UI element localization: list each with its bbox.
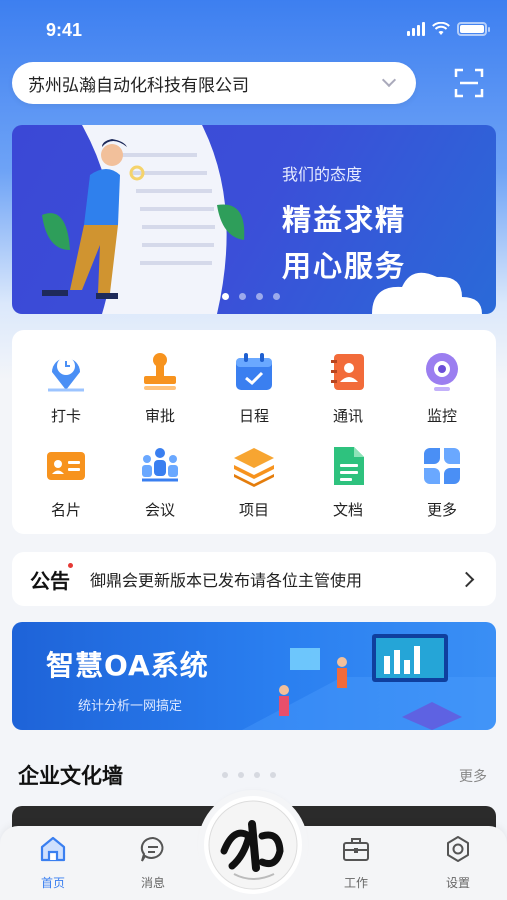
app-meeting[interactable]: 会议 xyxy=(112,430,208,520)
tab-label: 工作 xyxy=(343,876,368,890)
red-dot-icon xyxy=(68,562,73,568)
meeting-icon xyxy=(142,448,178,482)
webcam-icon xyxy=(426,353,458,391)
tab-label: 消息 xyxy=(140,876,165,890)
banner-dot[interactable] xyxy=(256,293,263,300)
calendar-icon xyxy=(236,353,272,390)
status-bar: 9:41 xyxy=(0,0,507,56)
app-project[interactable]: 项目 xyxy=(206,430,302,520)
more-grid-icon xyxy=(424,448,460,484)
culture-dot[interactable] xyxy=(254,772,260,778)
app-contacts[interactable]: 通讯 xyxy=(300,336,396,426)
settings-icon xyxy=(447,836,469,862)
app-approval[interactable]: 审批 xyxy=(112,336,208,426)
briefcase-icon xyxy=(343,838,369,861)
tab-messages[interactable]: 消息 xyxy=(123,834,183,891)
app-label: 审批 xyxy=(144,407,175,425)
app-label: 会议 xyxy=(144,501,175,519)
culture-wall-title: 企业文化墙 xyxy=(18,764,123,788)
home-icon xyxy=(40,836,66,862)
document-icon xyxy=(334,447,364,485)
app-documents[interactable]: 文档 xyxy=(300,430,396,520)
app-label: 名片 xyxy=(50,501,81,519)
promo-banner[interactable]: 我们的态度 精益求精 用心服务 xyxy=(12,125,496,314)
location-clock-icon xyxy=(48,357,84,392)
battery-icon xyxy=(457,22,490,36)
banner-subtitle: 我们的态度 xyxy=(282,165,363,184)
banner-pagination xyxy=(222,293,280,300)
banner-headline-1: 精益求精 xyxy=(282,203,407,237)
app-label: 通讯 xyxy=(332,407,363,425)
wifi-icon xyxy=(432,22,450,35)
oa-system-banner[interactable]: 智慧OA系统 统计分析一网搞定 xyxy=(12,622,496,730)
tab-label: 首页 xyxy=(40,876,65,890)
company-selector[interactable]: 苏州弘瀚自动化科技有限公司 xyxy=(12,62,416,104)
culture-dot[interactable] xyxy=(238,772,244,778)
banner-headline-2: 用心服务 xyxy=(282,249,407,283)
contacts-book-icon xyxy=(331,354,364,390)
announcement-tag-label: 公告 xyxy=(30,568,70,593)
culture-dot[interactable] xyxy=(270,772,276,778)
stamp-icon xyxy=(144,353,176,390)
center-logo-button[interactable] xyxy=(204,796,302,894)
id-card-icon xyxy=(47,452,85,480)
app-label: 更多 xyxy=(426,501,457,519)
announcement-bar[interactable]: 公告 御鼎会更新版本已发布请各位主管使用 xyxy=(12,552,496,606)
announcement-text: 御鼎会更新版本已发布请各位主管使用 xyxy=(90,571,363,590)
app-more[interactable]: 更多 xyxy=(394,430,490,520)
banner-illustration xyxy=(42,125,482,314)
app-label: 日程 xyxy=(238,407,269,425)
banner-dot[interactable] xyxy=(273,293,280,300)
oa-banner-title: 智慧OA系统 xyxy=(46,649,209,682)
app-label: 监控 xyxy=(426,407,457,425)
chevron-right-icon xyxy=(458,571,475,587)
tab-home[interactable]: 首页 xyxy=(23,834,83,891)
status-icons xyxy=(407,22,490,36)
culture-more-link[interactable]: 更多 xyxy=(459,766,487,786)
message-icon xyxy=(140,836,164,862)
app-monitor[interactable]: 监控 xyxy=(394,336,490,426)
status-time: 9:41 xyxy=(46,20,83,40)
culture-dot[interactable] xyxy=(222,772,228,778)
app-schedule[interactable]: 日程 xyxy=(206,336,302,426)
cellular-signal-icon xyxy=(407,22,425,36)
layers-icon xyxy=(234,448,274,487)
tab-settings[interactable]: 设置 xyxy=(428,834,488,891)
tab-label: 设置 xyxy=(445,876,470,890)
app-business-card[interactable]: 名片 xyxy=(18,430,114,520)
app-checkin[interactable]: 打卡 xyxy=(18,336,114,426)
chevron-down-icon xyxy=(381,72,397,88)
banner-dot[interactable] xyxy=(222,293,229,300)
culture-pagination xyxy=(222,772,276,778)
app-label: 项目 xyxy=(238,501,269,519)
app-label: 打卡 xyxy=(50,407,81,425)
announcement-tag: 公告 xyxy=(30,562,73,594)
scan-icon[interactable] xyxy=(454,68,484,98)
tab-work[interactable]: 工作 xyxy=(326,834,386,891)
brand-logo xyxy=(208,800,298,890)
oa-banner-subtitle: 统计分析一网搞定 xyxy=(78,699,183,714)
app-label: 文档 xyxy=(332,501,363,519)
company-name: 苏州弘瀚自动化科技有限公司 xyxy=(28,75,249,96)
apps-grid: 打卡 审批 日程 通讯 监控 名片 会议 项目 文档 更多 xyxy=(12,330,496,534)
banner-dot[interactable] xyxy=(239,293,246,300)
